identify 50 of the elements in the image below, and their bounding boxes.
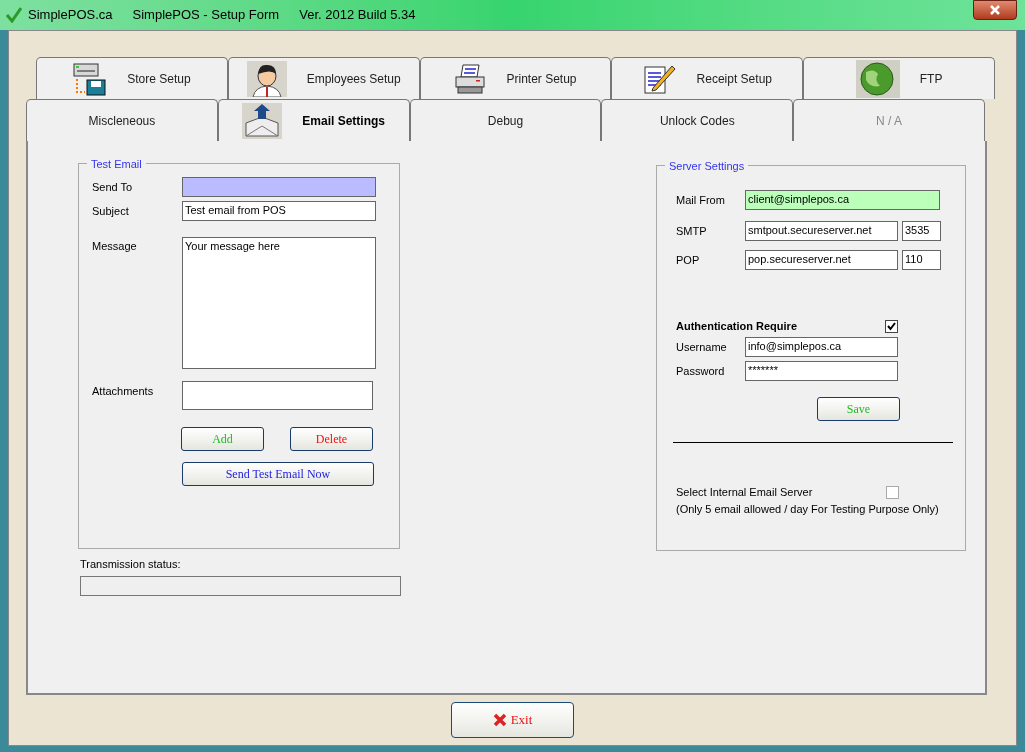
field-label: Username xyxy=(676,339,728,355)
close-button[interactable] xyxy=(973,0,1017,20)
field-label: Mail From xyxy=(676,192,726,208)
port-field[interactable]: 3535 xyxy=(902,221,941,241)
tab[interactable]: FTP xyxy=(803,57,995,99)
version-label: Ver. 2012 Build 5.34 xyxy=(299,6,416,25)
app-name: SimplePOS.ca xyxy=(28,6,113,25)
send-to-field[interactable] xyxy=(182,177,376,197)
envelope-icon xyxy=(242,102,283,139)
internal-server-note: (Only 5 email allowed / day For Testing Purpose Only) xyxy=(676,501,940,517)
tab[interactable]: Employees Setup xyxy=(227,57,420,99)
tab[interactable]: Printer Setup xyxy=(419,57,612,99)
tab[interactable]: Store Setup xyxy=(36,57,228,99)
printer-icon xyxy=(454,62,487,95)
field-label: Message xyxy=(92,239,138,254)
send-test-email-button[interactable]: Send Test Email Now xyxy=(182,462,374,486)
subject-field[interactable]: Test email from POS xyxy=(182,201,376,221)
checkbox[interactable] xyxy=(886,485,899,499)
field-label: SMTP xyxy=(676,223,708,239)
exit-button[interactable]: Exit xyxy=(451,702,574,738)
field-label: Password xyxy=(676,363,726,379)
username-field[interactable]: info@simplepos.ca xyxy=(745,337,898,357)
person-icon xyxy=(246,60,287,97)
mail-from-field[interactable]: client@simplepos.ca xyxy=(745,190,940,210)
window-title: SimplePOS - Setup Form xyxy=(132,6,280,25)
host-field[interactable]: smtpout.secureserver.net xyxy=(745,221,898,241)
password-field[interactable]: ******* xyxy=(745,361,898,381)
field-label: Subject xyxy=(92,203,130,219)
action-button[interactable]: Delete xyxy=(290,427,373,451)
tab[interactable]: Unlock Codes xyxy=(601,99,794,141)
field-label: Send To xyxy=(92,179,134,195)
transmission-status-label: Transmission status: xyxy=(80,557,182,572)
host-field[interactable]: pop.secureserver.net xyxy=(745,250,898,270)
checkbox[interactable] xyxy=(885,319,898,333)
globe-icon xyxy=(855,59,900,98)
tab[interactable]: Receipt Setup xyxy=(611,57,804,99)
tab[interactable]: Email Settings xyxy=(217,99,410,141)
field-label: Attachments xyxy=(92,384,155,399)
attachments-field[interactable] xyxy=(182,381,373,410)
message-field[interactable]: Your message here xyxy=(182,237,376,369)
field-label: POP xyxy=(676,252,701,268)
port-field[interactable]: 110 xyxy=(902,250,941,270)
store-setup-icon xyxy=(73,61,108,96)
field-label: Select Internal Email Server xyxy=(676,485,814,500)
close-icon xyxy=(990,5,1000,15)
tab[interactable]: Debug xyxy=(409,99,602,141)
x-mark-icon xyxy=(492,713,507,727)
checkmark-icon xyxy=(6,7,22,23)
tab[interactable]: Miscleneous xyxy=(26,99,218,141)
field-label: Authentication Require xyxy=(676,318,798,334)
